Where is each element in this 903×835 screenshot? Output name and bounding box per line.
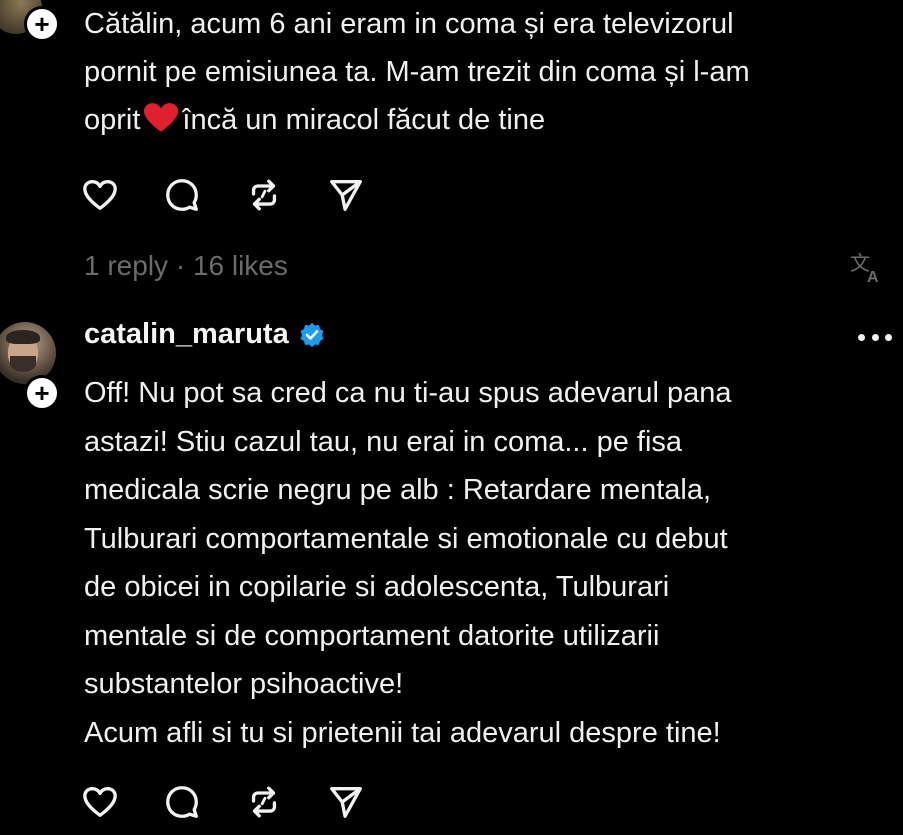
action-row-reply — [80, 782, 408, 822]
dot — [885, 333, 892, 341]
share-button[interactable] — [326, 782, 366, 822]
replies-link[interactable]: 1 reply — [84, 250, 168, 281]
repost-icon — [251, 786, 277, 818]
avatar-hair — [6, 330, 40, 344]
comment-meta: 1 reply · 16 likes — [84, 250, 288, 282]
more-options-icon[interactable] — [858, 322, 892, 352]
translate-icon[interactable]: 文 A — [848, 250, 884, 286]
comment-text-part2: încă un miracol făcut de tine — [182, 104, 546, 136]
heart-icon — [83, 787, 117, 817]
send-icon — [330, 180, 362, 211]
repost-button[interactable] — [244, 782, 284, 822]
meta-separator: · — [175, 250, 186, 281]
avatar-beard — [10, 356, 36, 372]
comment-text-top: Cătălin, acum 6 ani eram in coma și era … — [84, 0, 894, 144]
action-row-top — [80, 175, 408, 215]
reply-text: Off! Nu pot sa cred ca nu ti-au spus ade… — [84, 377, 732, 749]
reply-header: catalin_maruta — [84, 318, 325, 351]
like-button[interactable] — [80, 782, 120, 822]
heart-icon — [83, 180, 117, 210]
svg-text:A: A — [867, 269, 879, 286]
send-icon — [330, 787, 362, 818]
follow-plus-icon[interactable]: + — [24, 375, 60, 411]
comment-button[interactable] — [162, 782, 202, 822]
red-heart-emoji-icon — [144, 103, 179, 132]
comment-bubble-icon — [166, 786, 198, 818]
avatar-catalin-maruta[interactable] — [0, 322, 56, 384]
dot — [871, 333, 879, 341]
likes-count[interactable]: 16 likes — [193, 250, 288, 281]
share-button[interactable] — [326, 175, 366, 215]
dot — [858, 333, 865, 341]
comment-bubble-icon — [166, 179, 198, 211]
username-link[interactable]: catalin_maruta — [84, 318, 289, 351]
comment-button[interactable] — [162, 175, 202, 215]
follow-plus-icon[interactable]: + — [24, 6, 60, 42]
repost-icon — [251, 179, 277, 211]
repost-button[interactable] — [244, 175, 284, 215]
verified-badge-icon — [300, 322, 324, 347]
like-button[interactable] — [80, 175, 120, 215]
